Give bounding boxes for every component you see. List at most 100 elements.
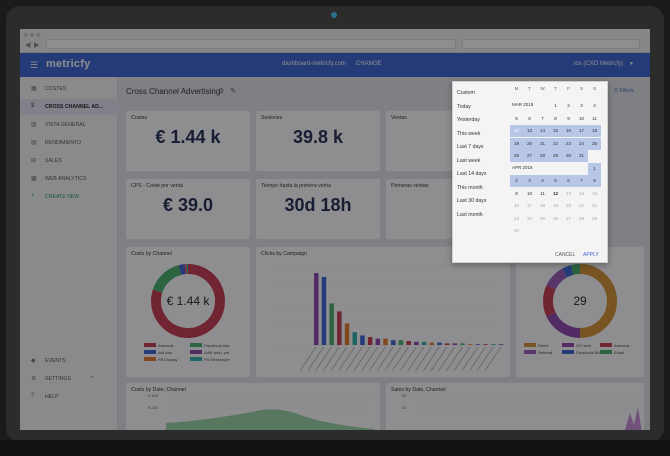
- calendar-day[interactable]: 2: [510, 175, 523, 187]
- kpi-card-cps[interactable]: CPS - Coste por venta € 39.0: [126, 179, 250, 239]
- calendar-day[interactable]: 21: [575, 200, 588, 212]
- calendar-day[interactable]: 5: [510, 113, 523, 125]
- cancel-button[interactable]: CANCEL: [555, 252, 575, 258]
- change-domain-button[interactable]: CHANGE: [356, 61, 382, 67]
- bar[interactable]: [406, 341, 411, 345]
- calendar-day[interactable]: 12: [549, 188, 562, 200]
- calendar-day[interactable]: 15: [588, 188, 601, 200]
- calendar-day[interactable]: 5: [549, 175, 562, 187]
- calendar-day[interactable]: 6: [523, 113, 536, 125]
- bar[interactable]: [475, 344, 481, 345]
- preset-option[interactable]: Today: [457, 104, 471, 110]
- sidebar-item-web-analytics[interactable]: ▦ WEB ANALYTICS: [20, 171, 118, 187]
- bar[interactable]: [452, 343, 458, 345]
- calendar-day[interactable]: 20: [523, 137, 536, 150]
- calendar-day[interactable]: 13: [523, 125, 536, 137]
- calendar-day[interactable]: 10: [523, 188, 536, 200]
- edit-icon[interactable]: ✎: [230, 88, 236, 95]
- calendar-day[interactable]: 27: [562, 213, 575, 225]
- bar[interactable]: [444, 343, 450, 345]
- forward-icon[interactable]: ▶: [34, 41, 39, 49]
- calendar-day[interactable]: 25: [588, 137, 601, 150]
- calendar-day[interactable]: 24: [523, 213, 536, 225]
- area-series[interactable]: [624, 407, 642, 430]
- bar[interactable]: [360, 335, 365, 345]
- preset-option[interactable]: This week: [457, 131, 480, 137]
- calendar-day[interactable]: 8: [549, 113, 562, 125]
- calendar-day[interactable]: 22: [549, 137, 562, 150]
- costs-by-channel-card[interactable]: Costs by Channel € 1.44 k Adwords Facebook…: [126, 247, 250, 377]
- bar[interactable]: [314, 273, 319, 345]
- calendar-day[interactable]: 27: [523, 150, 536, 162]
- preset-option[interactable]: Last 7 days: [457, 144, 484, 150]
- bar[interactable]: [414, 341, 419, 345]
- donut-slice-email[interactable]: [570, 264, 581, 275]
- calendar-day[interactable]: 19: [549, 200, 562, 212]
- kpi-card-tiempo[interactable]: Tiempo hasta la primera venta 30d 18h: [256, 179, 380, 239]
- bar[interactable]: [498, 344, 504, 345]
- filters-button[interactable]: ⚲ Filters: [614, 88, 634, 94]
- calendar-day[interactable]: 12: [510, 125, 523, 137]
- calendar-day[interactable]: 20: [562, 200, 575, 212]
- calendar-day[interactable]: 13: [562, 188, 575, 200]
- calendar-day[interactable]: 23: [562, 137, 575, 150]
- calendar-day[interactable]: 7: [536, 113, 549, 125]
- calendar-day[interactable]: 9: [562, 113, 575, 125]
- calendar-day[interactable]: 28: [536, 150, 549, 162]
- clicks-by-campaign-card[interactable]: Clicks by Campaign: [256, 247, 510, 377]
- calendar-day[interactable]: 16: [510, 200, 523, 212]
- preset-option[interactable]: Last 30 days: [457, 198, 486, 204]
- calendar-day[interactable]: 10: [575, 113, 588, 125]
- donut-slice-og-arch-[interactable]: [546, 312, 581, 338]
- donut-slice-adwords[interactable]: [543, 285, 556, 317]
- menu-icon[interactable]: ☰: [30, 60, 38, 71]
- calendar-day[interactable]: 1: [588, 162, 601, 175]
- sidebar-item-sales[interactable]: ⊞ SALES: [20, 153, 118, 169]
- calendar-day[interactable]: 22: [588, 200, 601, 212]
- donut-slice-facebook-ads[interactable]: [152, 265, 182, 293]
- calendar-day[interactable]: 18: [588, 125, 601, 137]
- calendar-day[interactable]: 16: [562, 125, 575, 137]
- preset-option[interactable]: Yesterday: [457, 117, 480, 123]
- calendar-day[interactable]: 11: [588, 113, 601, 125]
- bar[interactable]: [483, 344, 488, 345]
- preset-option[interactable]: This month: [457, 185, 483, 191]
- sidebar-item-cross-channel[interactable]: $ CROSS CHANNEL AD...: [20, 99, 118, 115]
- sidebar-item-help[interactable]: ? HELP: [20, 389, 118, 405]
- calendar-day[interactable]: 30: [510, 225, 523, 237]
- bar[interactable]: [329, 303, 334, 345]
- calendar-day[interactable]: 28: [575, 213, 588, 225]
- kpi-card-sesiones[interactable]: Sesiones 39.8 k: [256, 111, 380, 171]
- calendar-day[interactable]: 23: [510, 213, 523, 225]
- sales-by-date-card[interactable]: Sales by Date, Channel 30 20: [386, 383, 644, 430]
- calendar-day[interactable]: 2: [562, 100, 575, 112]
- bar[interactable]: [491, 344, 496, 345]
- calendar-day[interactable]: 14: [575, 188, 588, 200]
- calendar-day[interactable]: 21: [536, 137, 549, 150]
- calendar-day[interactable]: 15: [549, 125, 562, 137]
- calendar-day[interactable]: 18: [536, 200, 549, 212]
- calendar-day[interactable]: 14: [536, 125, 549, 137]
- calendar-day[interactable]: 6: [562, 175, 575, 187]
- calendar-day[interactable]: 30: [562, 150, 575, 162]
- costs-by-date-card[interactable]: Costs by Date, Channel € 300 € 200: [126, 383, 380, 430]
- area-series[interactable]: [166, 409, 374, 430]
- calendar-day[interactable]: 8: [588, 175, 601, 187]
- app-logo[interactable]: metricfy: [46, 58, 90, 70]
- calendar-day[interactable]: 25: [536, 213, 549, 225]
- bar[interactable]: [367, 337, 373, 345]
- calendar-day[interactable]: 17: [523, 200, 536, 212]
- bar[interactable]: [344, 323, 350, 345]
- calendar-day[interactable]: 3: [575, 100, 588, 112]
- preset-option[interactable]: Last month: [457, 212, 483, 218]
- calendar-day[interactable]: 29: [549, 150, 562, 162]
- bar[interactable]: [391, 340, 396, 345]
- back-icon[interactable]: ◀: [25, 41, 30, 49]
- calendar-day[interactable]: 4: [536, 175, 549, 187]
- calendar-day[interactable]: 29: [588, 213, 601, 225]
- bar[interactable]: [398, 340, 404, 345]
- sidebar-item-rendimiento[interactable]: ▤ RENDIMIENTO: [20, 135, 118, 151]
- calendar-day[interactable]: 24: [575, 137, 588, 150]
- sidebar-item-settings[interactable]: ⚙ SETTINGS +: [20, 371, 118, 387]
- donut-slice-facebook-bm[interactable]: [562, 265, 574, 278]
